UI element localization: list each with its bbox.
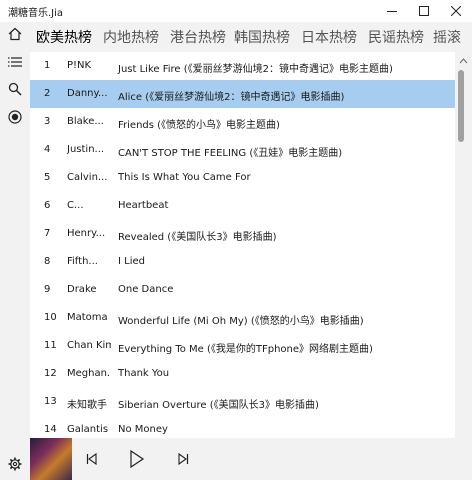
song-row[interactable]: 8 Fifth... I Lied [30, 248, 455, 276]
tab-6[interactable]: 摇滚 [433, 27, 461, 47]
song-number: 14 [44, 424, 57, 435]
song-artist: Fifth... [67, 256, 98, 267]
previous-button[interactable] [82, 444, 102, 474]
song-artist: Henry... [67, 228, 106, 239]
playlist-icon [8, 57, 22, 67]
song-title: CAN'T STOP THE FEELING (《丑娃》电影主题曲) [118, 148, 343, 159]
search-icon [8, 82, 22, 96]
song-number: 11 [44, 340, 57, 351]
song-title: No Money [118, 424, 168, 435]
minimize-icon [387, 11, 397, 12]
song-number: 13 [44, 396, 57, 407]
song-title: Just Like Fire (《爱丽丝梦游仙境2：镜中奇遇记》电影主题曲) [118, 64, 393, 75]
player-bar [30, 438, 472, 480]
tab-3[interactable]: 韩国热榜 [234, 27, 290, 47]
song-artist: Danny... [67, 88, 108, 99]
song-artist: Matoma [67, 312, 108, 323]
home-icon [8, 27, 22, 41]
song-row[interactable]: 9 Drake One Dance [30, 276, 455, 304]
song-title: I Lied [118, 256, 145, 267]
song-number: 4 [44, 144, 51, 155]
minimize-button[interactable] [376, 0, 408, 22]
song-row[interactable]: 10 Matoma Wonderful Life (Mi Oh My) (《愤怒… [30, 304, 455, 332]
maximize-button[interactable] [408, 0, 440, 22]
maximize-icon [419, 6, 429, 16]
song-number: 9 [44, 284, 51, 295]
previous-icon [86, 453, 97, 465]
song-artist: Drake [67, 284, 97, 295]
song-number: 10 [44, 312, 57, 323]
now-playing-icon [8, 110, 22, 124]
chart-tabs: 欧美热榜 内地热榜 港台热榜 韩国热榜 日本热榜 民谣热榜 摇滚 [30, 22, 472, 52]
close-icon [451, 6, 461, 16]
play-icon [130, 450, 145, 468]
title-bar: 潮糖音乐.Jia [0, 0, 472, 22]
song-row[interactable]: 5 Calvin... This Is What You Came For [30, 164, 455, 192]
album-cover[interactable] [30, 438, 72, 480]
song-number: 2 [44, 88, 51, 99]
song-row[interactable]: 7 Henry... Revealed (《美国队长3》电影插曲) [30, 220, 455, 248]
play-button[interactable] [125, 444, 149, 474]
tab-4[interactable]: 日本热榜 [301, 27, 357, 47]
song-row-selected[interactable]: 2 Danny... Alice (《爱丽丝梦游仙境2：镜中奇遇记》电影插曲) [30, 80, 455, 108]
song-title: Siberian Overture (《美国队长3》电影插曲) [118, 400, 319, 411]
song-artist: Chan Kim [67, 340, 111, 351]
song-number: 6 [44, 200, 51, 211]
close-button[interactable] [440, 0, 472, 22]
next-button[interactable] [173, 444, 193, 474]
song-number: 12 [44, 368, 57, 379]
song-artist: P!NK [67, 60, 92, 71]
app-title: 潮糖音乐.Jia [8, 8, 64, 19]
song-list: 1 P!NK Just Like Fire (《爱丽丝梦游仙境2：镜中奇遇记》电… [30, 52, 455, 438]
tab-5[interactable]: 民谣热榜 [368, 27, 424, 47]
song-title: Friends (《愤怒的小鸟》电影主题曲) [118, 120, 280, 131]
song-row[interactable]: 4 Justin... CAN'T STOP THE FEELING (《丑娃》… [30, 136, 455, 164]
song-row[interactable]: 13 未知歌手 Siberian Overture (《美国队长3》电影插曲) [30, 388, 455, 416]
home-button[interactable] [3, 22, 27, 46]
settings-button[interactable] [3, 452, 27, 476]
song-number: 8 [44, 256, 51, 267]
search-button[interactable] [3, 77, 27, 101]
song-title: Thank You [118, 368, 170, 379]
song-title: This Is What You Came For [118, 172, 251, 183]
song-number: 3 [44, 116, 51, 127]
song-artist: Blake... [67, 116, 104, 127]
song-artist: Meghan... [67, 368, 111, 379]
song-title: Heartbeat [118, 200, 169, 211]
song-number: 7 [44, 228, 51, 239]
song-artist: Calvin... [67, 172, 108, 183]
song-artist: 未知歌手 [67, 400, 107, 411]
song-row[interactable]: 1 P!NK Just Like Fire (《爱丽丝梦游仙境2：镜中奇遇记》电… [30, 52, 455, 80]
playlist-button[interactable] [3, 50, 27, 74]
tab-1[interactable]: 内地热榜 [103, 27, 159, 47]
song-title: Wonderful Life (Mi Oh My) (《愤怒的小鸟》电影插曲) [118, 316, 364, 327]
song-artist: Galantis [67, 424, 109, 435]
scroll-up-arrow-icon[interactable] [455, 56, 472, 66]
song-number: 1 [44, 60, 51, 71]
song-row[interactable]: 11 Chan Kim Everything To Me (《我是你的TFpho… [30, 332, 455, 360]
song-title: Revealed (《美国队长3》电影插曲) [118, 232, 277, 243]
tab-2[interactable]: 港台热榜 [170, 27, 226, 47]
tab-0[interactable]: 欧美热榜 [36, 27, 92, 47]
list-scrollbar[interactable] [455, 52, 472, 438]
sidebar [0, 22, 30, 480]
song-artist: C... [67, 200, 84, 211]
gear-icon [8, 457, 22, 471]
scrollbar-thumb[interactable] [458, 70, 464, 142]
song-row[interactable]: 14 Galantis No Money [30, 416, 455, 438]
song-number: 5 [44, 172, 51, 183]
song-row[interactable]: 6 C... Heartbeat [30, 192, 455, 220]
next-icon [178, 453, 189, 465]
song-row[interactable]: 12 Meghan... Thank You [30, 360, 455, 388]
song-artist: Justin... [67, 144, 105, 155]
song-row[interactable]: 3 Blake... Friends (《愤怒的小鸟》电影主题曲) [30, 108, 455, 136]
now-playing-button[interactable] [3, 105, 27, 129]
song-title: Alice (《爱丽丝梦游仙境2：镜中奇遇记》电影插曲) [118, 92, 345, 103]
song-title: Everything To Me (《我是你的TFphone》网络剧主题曲) [118, 344, 373, 355]
song-title: One Dance [118, 284, 174, 295]
